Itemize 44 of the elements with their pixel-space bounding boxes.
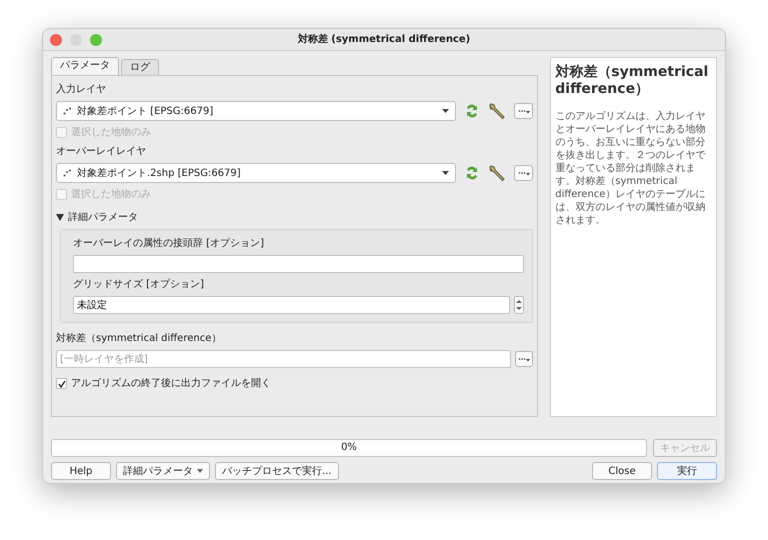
wrench-icon[interactable] — [488, 102, 506, 120]
tab[interactable]: パラメータ — [51, 57, 119, 75]
caret-icon — [442, 109, 450, 113]
checkmark-icon — [58, 380, 66, 388]
layer-dropdown[interactable]: 対象差ポイント.2shp [EPSG:6679] — [56, 163, 456, 183]
section-header: 詳細パラメータ — [68, 210, 138, 225]
field-label: オーバーレイレイヤ — [56, 145, 147, 159]
output-field[interactable]: [一時レイヤを作成] — [56, 350, 512, 368]
point-layer-icon — [63, 169, 71, 177]
checkbox-label: アルゴリズムの終了後に出力ファイルを開く — [71, 376, 271, 391]
dialog-button[interactable]: Close — [592, 462, 652, 480]
options-button[interactable] — [514, 103, 534, 119]
caret-icon — [442, 171, 450, 175]
ellipsis-icon — [518, 108, 530, 114]
options-button[interactable] — [515, 351, 534, 367]
field-label: 入力レイヤ — [56, 82, 107, 97]
field-label: グリッドサイズ [オプション] — [73, 278, 205, 292]
spin-field[interactable]: 未設定 — [73, 296, 510, 314]
ellipsis-icon — [518, 356, 530, 362]
point-layer-icon — [63, 107, 71, 115]
help-text: このアルゴリズムは、入力レイヤとオーバーレイレイヤにある地物のうち、お互いに重ならない部分を抜き出します。２つのレイヤで重なっている部分は削除されます。対称差（symmetrical difference）レイヤのテーブルには、双方のレイヤの属性値が収納されます。 — [555, 110, 706, 227]
tab[interactable]: ログ — [121, 59, 159, 75]
zoom-icon[interactable] — [90, 34, 102, 46]
checkbox[interactable] — [56, 378, 67, 389]
layer-dropdown[interactable]: 対象差ポイント [EPSG:6679] — [56, 101, 456, 121]
dialog-button[interactable]: 実行 — [657, 462, 717, 480]
dialog-button[interactable]: Help — [51, 462, 111, 480]
field-label: オーバーレイの属性の接頭辞 [オプション] — [73, 236, 265, 251]
caret-icon — [197, 468, 203, 473]
spin-arrows-icon — [514, 296, 524, 314]
close-icon[interactable] — [50, 34, 62, 46]
options-button[interactable] — [514, 165, 534, 181]
ellipsis-icon — [518, 170, 530, 176]
dialog-button[interactable]: 詳細パラメータ — [116, 462, 210, 480]
triangle-icon — [56, 214, 64, 221]
wrench-icon[interactable] — [488, 164, 506, 182]
progress-bar: 0% — [51, 439, 647, 457]
window-title: 対称差 (symmetrical difference) — [298, 34, 470, 45]
help-title: 対称差（symmetrical difference） — [555, 64, 710, 98]
text-field[interactable] — [73, 255, 524, 273]
field-label: 対称差（symmetrical difference） — [56, 332, 222, 346]
checkbox-label: 選択した地物のみ — [71, 188, 151, 202]
checkbox-label: 選択した地物のみ — [71, 126, 151, 140]
dialog-button[interactable]: バッチプロセスで実行... — [215, 462, 339, 480]
